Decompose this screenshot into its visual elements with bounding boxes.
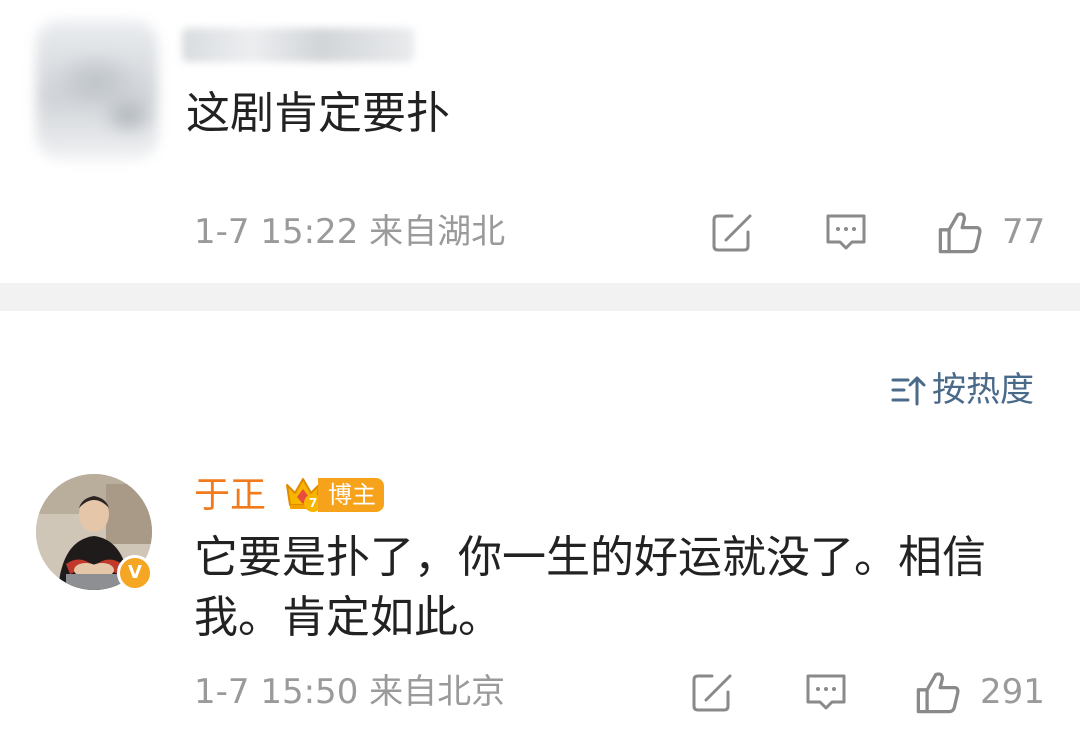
sort-by-hot-button[interactable]: 按热度 <box>890 368 1034 412</box>
thumbs-up-icon[interactable] <box>914 668 962 716</box>
comment-time: 1-7 15:22 <box>194 212 359 252</box>
author-name-blurred[interactable] <box>182 28 414 62</box>
comment-time: 1-7 15:50 <box>194 672 359 712</box>
comment-location: 来自北京 <box>369 672 506 712</box>
like-count: 77 <box>1002 212 1046 252</box>
comment-icon[interactable] <box>804 670 848 714</box>
thumbs-up-icon[interactable] <box>936 208 984 256</box>
author-name[interactable]: 于正 <box>194 474 266 518</box>
avatar-blurred[interactable] <box>36 20 158 160</box>
verified-badge-icon: V <box>117 555 153 591</box>
comment-text: 这剧肯定要扑 <box>186 88 450 139</box>
comment-page: 这剧肯定要扑 1-7 15:22 来自湖北 77 按热度 V 于正 7 博主 它… <box>0 0 1080 734</box>
like-count: 291 <box>980 672 1045 712</box>
sort-label: 按热度 <box>932 370 1034 410</box>
sort-icon <box>890 372 932 408</box>
section-divider <box>0 283 1080 311</box>
comment-text: 它要是扑了，你一生的好运就没了。相信我。肯定如此。 <box>194 532 986 643</box>
comment-icon[interactable] <box>824 210 868 254</box>
share-icon[interactable] <box>710 210 754 254</box>
comment-meta: 1-7 15:50 来自北京 <box>194 672 505 712</box>
blogger-badge: 博主 <box>318 478 384 512</box>
share-icon[interactable] <box>690 670 734 714</box>
comment-meta: 1-7 15:22 来自湖北 <box>194 212 505 252</box>
comment-location: 来自湖北 <box>369 212 506 252</box>
